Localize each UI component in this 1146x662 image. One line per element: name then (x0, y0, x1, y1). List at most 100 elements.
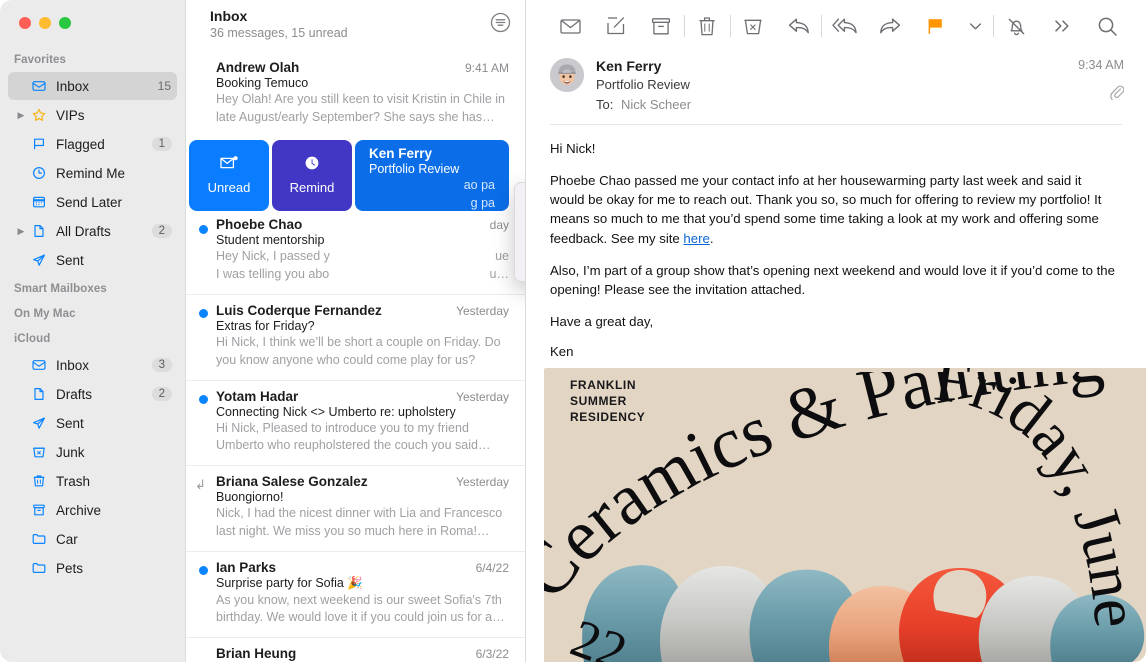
star-icon (28, 107, 50, 123)
sidebar-item-send-later[interactable]: Send Later (8, 188, 177, 216)
unread-indicator-dot (199, 224, 208, 234)
message-list-item[interactable]: Andrew Olah 9:41 AM Booking Temuco Hey O… (186, 52, 525, 137)
folder-icon (28, 531, 50, 547)
menu-item-remind-1-hour[interactable]: Remind me in 1 hour (515, 188, 525, 210)
search-button[interactable] (1085, 16, 1130, 37)
message-list-header: Inbox 36 messages, 15 unread (186, 0, 525, 52)
paragraph-text: Phoebe Chao passed me your contact info … (550, 173, 1102, 246)
to-label: To: (596, 97, 614, 112)
archive-button[interactable] (639, 17, 684, 36)
message-preview: Hi Nick, Pleased to introduce you to my … (216, 420, 491, 453)
zoom-button[interactable] (59, 17, 71, 29)
unread-indicator-dot (199, 394, 208, 404)
sidebar-item-drafts-icloud[interactable]: Drafts 2 (8, 380, 177, 408)
message-subject: Portfolio Review (369, 161, 460, 176)
email-paragraph-2: Also, I’m part of a group show that’s op… (550, 262, 1115, 297)
inbox-icon (28, 78, 50, 94)
chevron-right-icon[interactable]: ▶ (14, 226, 28, 237)
message-list-item[interactable]: Luis Coderque Fernandez Yesterday Extras… (186, 295, 525, 381)
sidebar-item-remind-me[interactable]: Remind Me (8, 159, 177, 187)
sidebar-item-vips[interactable]: ▶ VIPs (8, 101, 177, 129)
more-button[interactable] (1039, 18, 1084, 34)
mute-button[interactable] (994, 16, 1039, 37)
message-subject: Buongiorno! (216, 490, 284, 504)
sidebar-item-archive[interactable]: Archive (8, 496, 177, 524)
sidebar-item-badge: 1 (151, 137, 172, 151)
document-icon (28, 223, 50, 239)
swipe-remind-button[interactable]: Remind (272, 139, 352, 211)
filter-icon[interactable] (490, 12, 511, 38)
junk-button[interactable] (731, 17, 776, 36)
message-list-item[interactable]: Yotam Hadar Yesterday Connecting Nick <>… (186, 380, 525, 466)
message-preview-line1: ao pa (463, 177, 495, 192)
trash-icon (28, 473, 50, 489)
message-subject: Booking Temuco (216, 76, 309, 90)
message-list-item[interactable]: Phoebe Chao day Student mentorship Hey N… (186, 210, 525, 295)
preview-head: I was telling you abo (216, 267, 330, 282)
paperplane-icon (28, 252, 50, 268)
message-list-item[interactable]: Brian Heung 6/3/22 Book cover? Hi Nick, … (186, 638, 525, 662)
sidebar-item-inbox-icloud[interactable]: Inbox 3 (8, 351, 177, 379)
mail-window: Favorites Inbox 15 ▶ VIPs Flagged 1 Remi… (0, 0, 1146, 662)
swipe-action-row[interactable]: Unread Remind Ken Ferry Portfolio Review… (186, 137, 525, 211)
attachment-poster[interactable]: FRANKLIN SUMMER RESIDENCY eramics & Pain… (544, 368, 1146, 662)
reading-pane: Ken Ferry Portfolio Review To: Nick Sche… (526, 0, 1146, 662)
message-subject: Extras for Friday? (216, 319, 315, 333)
chevron-right-icon[interactable]: ▶ (14, 110, 28, 121)
message-sender: Phoebe Chao (216, 216, 303, 232)
paperclip-icon[interactable] (1078, 84, 1125, 103)
sidebar-item-label: Flagged (56, 136, 105, 152)
archive-icon (28, 502, 50, 518)
reply-button[interactable] (776, 17, 821, 35)
menu-item-remind-later[interactable]: Remind me Later… (515, 254, 525, 276)
message-preview-line2: g pa (470, 196, 495, 211)
message-date: 6/3/22 (475, 647, 509, 661)
sidebar-item-all-drafts[interactable]: ▶ All Drafts 2 (8, 217, 177, 245)
sidebar-item-junk[interactable]: Junk (8, 438, 177, 466)
arc-text-2: Friday, June (930, 368, 1146, 630)
junk-icon (28, 444, 50, 460)
sidebar-item-label: Drafts (56, 386, 93, 402)
clock-icon (28, 165, 50, 181)
mark-unread-button[interactable] (548, 18, 593, 35)
portfolio-link[interactable]: here (683, 231, 709, 246)
swipe-unread-button[interactable]: Unread (189, 139, 269, 211)
forward-button[interactable] (868, 17, 913, 35)
sidebar-item-label: Sent (56, 415, 84, 431)
sidebar-item-label: Archive (56, 502, 102, 518)
to-value[interactable]: Nick Scheer (621, 97, 691, 112)
sidebar-section-icloud: iCloud (14, 333, 51, 345)
preview-tail: u… (489, 267, 509, 282)
sidebar-item-label: VIPs (56, 107, 85, 123)
sidebar-item-inbox-favorites[interactable]: Inbox 15 (8, 72, 177, 100)
sidebar-item-label: Inbox (56, 78, 90, 94)
message-date: Yesterday (456, 475, 509, 489)
remind-me-context-menu[interactable]: Remind me in 1 hour Remind me Tonight Re… (514, 182, 525, 282)
sidebar-section-on-my-mac: On My Mac (14, 308, 76, 320)
minimize-button[interactable] (39, 17, 51, 29)
menu-item-remind-tomorrow[interactable]: Remind me Tomorrow (515, 232, 525, 254)
message-subject: Connecting Nick <> Umberto re: upholster… (216, 404, 456, 419)
sidebar-item-sent-icloud[interactable]: Sent (8, 409, 177, 437)
message-list-item[interactable]: Ian Parks 6/4/22 Surprise party for Sofi… (186, 551, 525, 638)
message-list-item[interactable]: ↲ Briana Salese Gonzalez Yesterday Buong… (186, 466, 525, 552)
reply-all-button[interactable] (822, 17, 867, 35)
flag-button[interactable] (913, 17, 958, 36)
message-list-item-selected[interactable]: Ken Ferry Portfolio Review ao pa g pa (355, 139, 509, 211)
message-list[interactable]: Inbox 36 messages, 15 unread Andrew Olah… (186, 0, 526, 662)
close-button[interactable] (19, 17, 31, 29)
email-header-details: Ken Ferry Portfolio Review To: Nick Sche… (596, 58, 1066, 112)
sidebar-item-pets[interactable]: Pets (8, 554, 177, 582)
swipe-unread-label: Unread (207, 180, 251, 195)
menu-item-remind-tonight[interactable]: Remind me Tonight (515, 210, 525, 232)
flag-dropdown-button[interactable] (958, 22, 993, 31)
sidebar-item-sent-favorites[interactable]: Sent (8, 246, 177, 274)
message-toolbar (526, 0, 1146, 52)
compose-button[interactable] (593, 16, 638, 36)
poster-headline-arc-2: Friday, June (930, 368, 1146, 630)
sidebar-item-trash[interactable]: Trash (8, 467, 177, 495)
sidebar-item-flagged[interactable]: Flagged 1 (8, 130, 177, 158)
email-body: Hi Nick! Phoebe Chao passed me your cont… (526, 125, 1146, 361)
sidebar-item-car[interactable]: Car (8, 525, 177, 553)
delete-button[interactable] (685, 16, 730, 36)
